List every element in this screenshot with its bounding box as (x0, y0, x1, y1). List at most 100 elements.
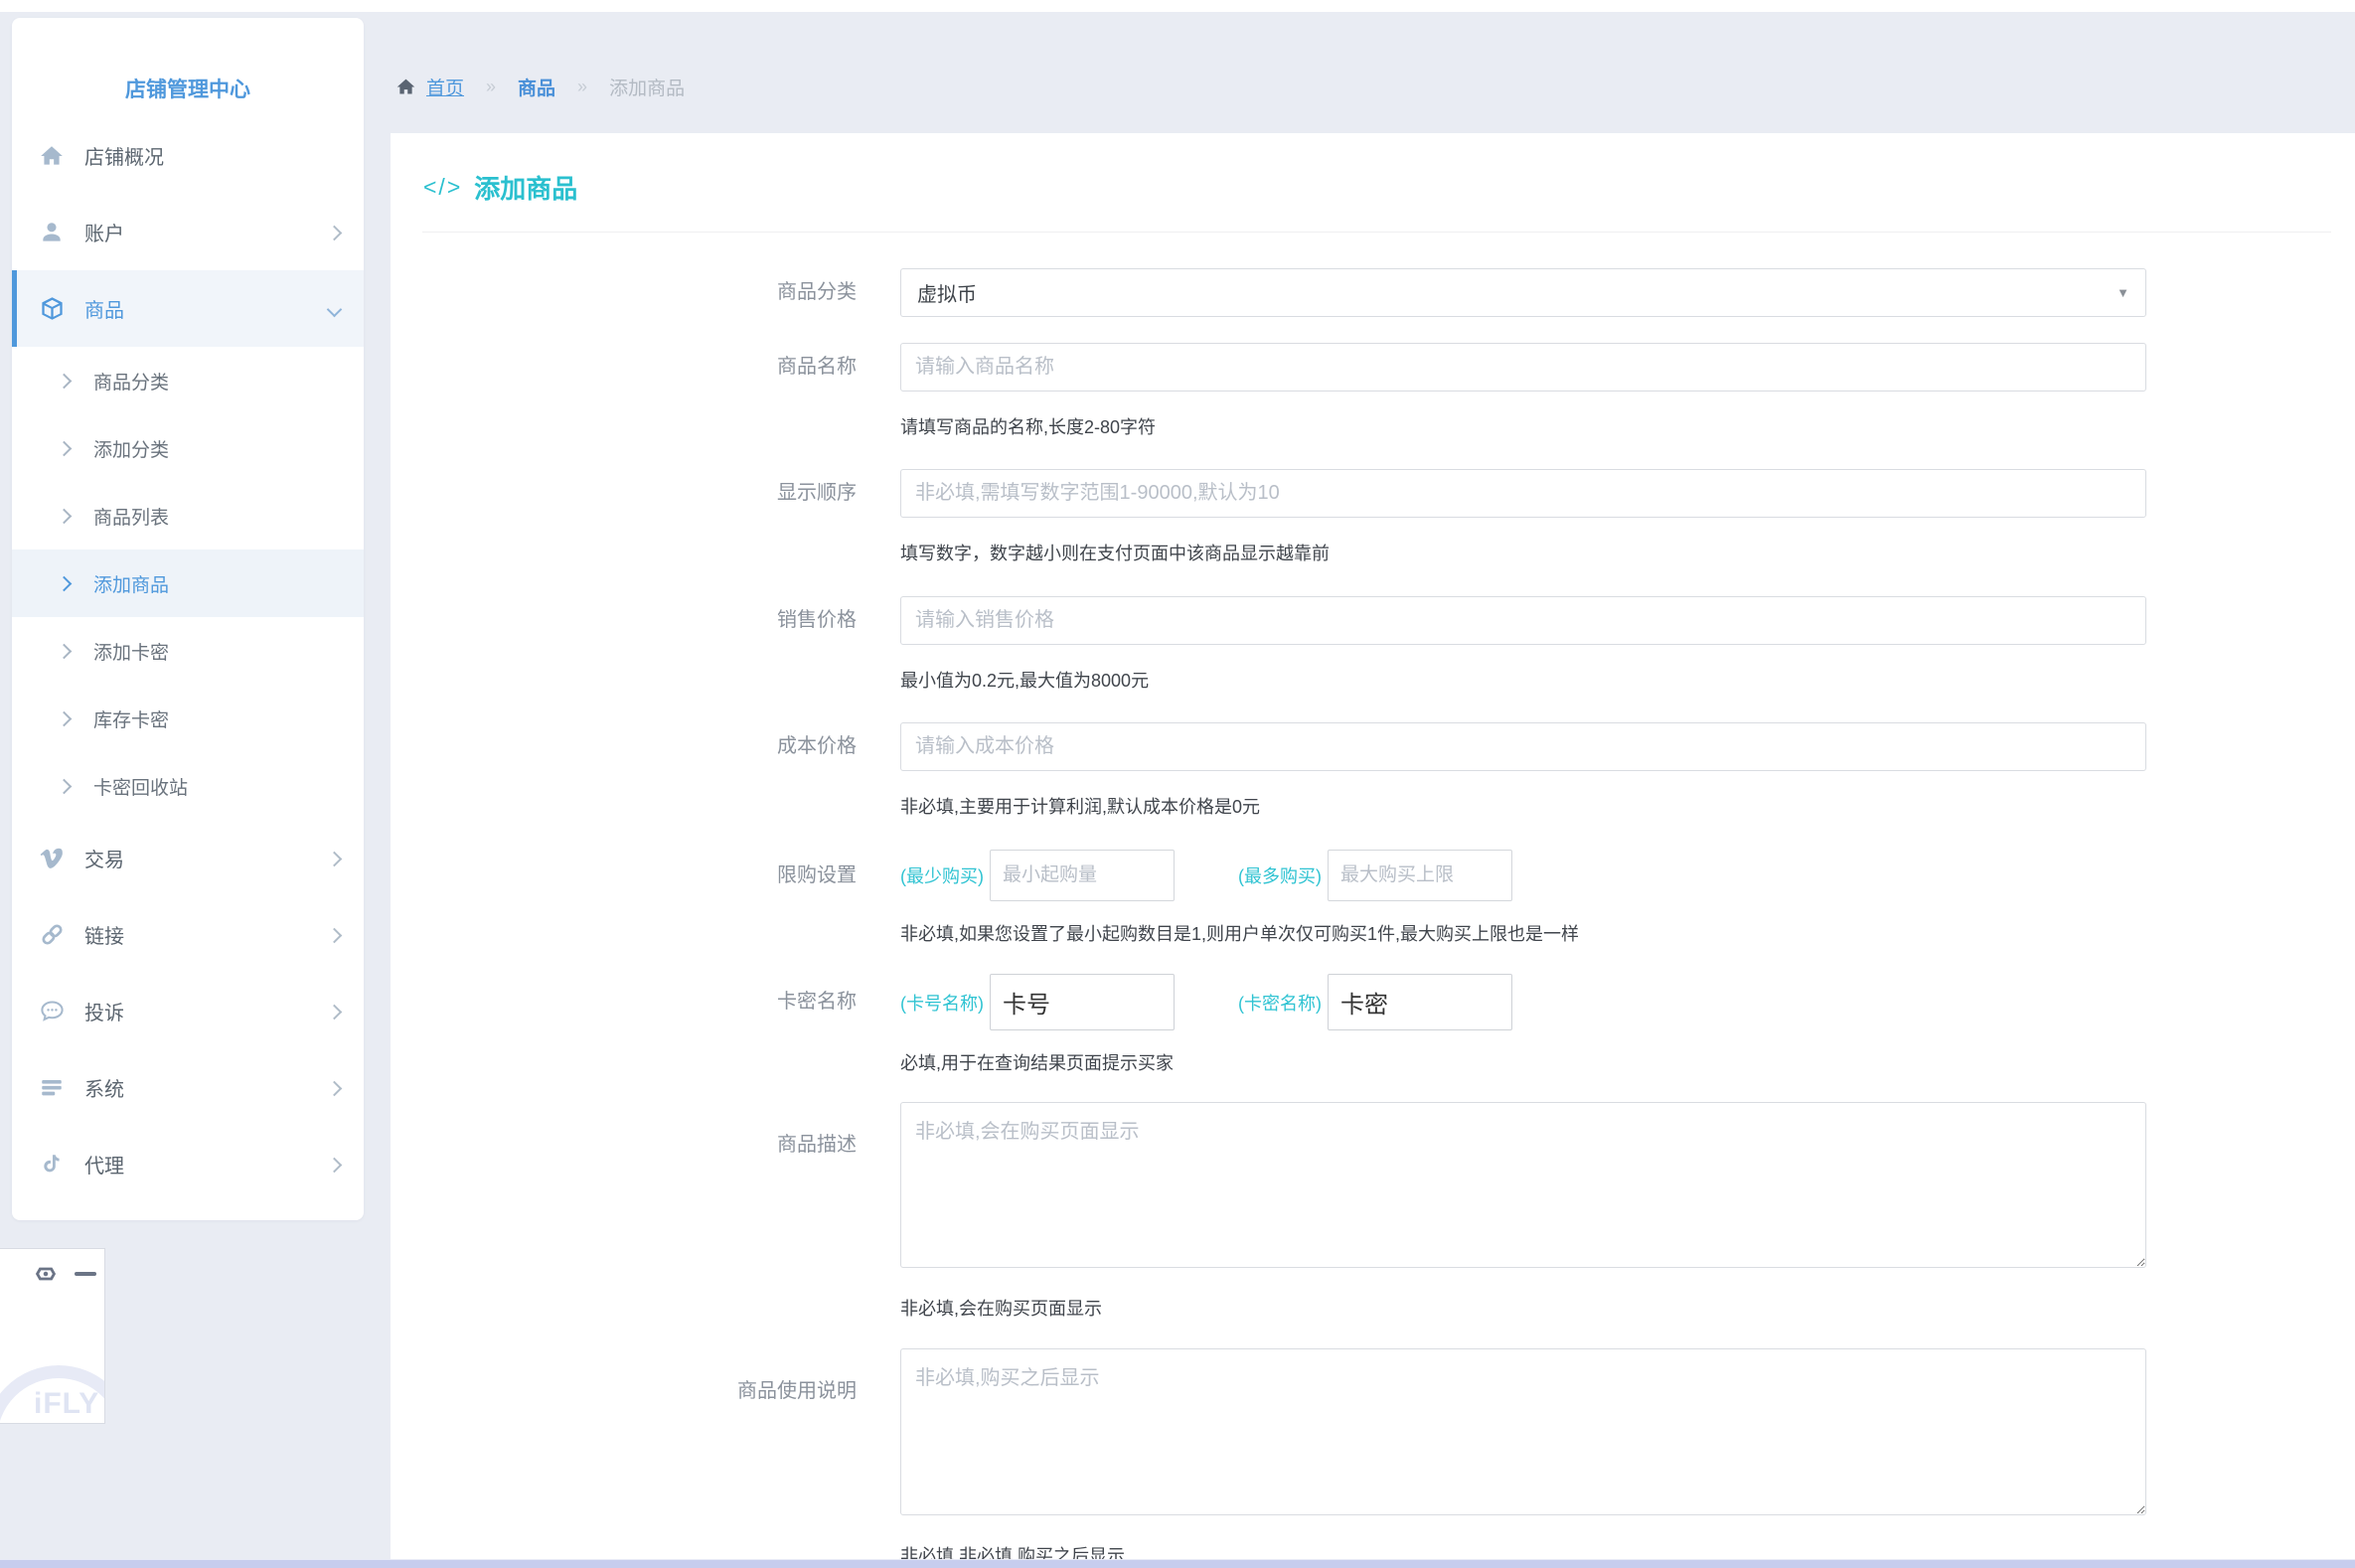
cardname-help: 必填,用于在查询结果页面提示买家 (900, 1049, 2355, 1075)
limit-min-input[interactable] (990, 850, 1175, 901)
usage-textarea[interactable] (900, 1348, 2146, 1515)
chevron-right-icon (327, 927, 343, 943)
sidebar-item-complaint[interactable]: 投诉 (12, 973, 364, 1049)
card-no-input[interactable] (990, 974, 1175, 1030)
order-help: 填写数字，数字越小则在支付页面中该商品显示越靠前 (900, 540, 2355, 565)
breadcrumb-section-link[interactable]: 商品 (518, 74, 555, 100)
breadcrumb: 首页 » 商品 » 添加商品 (395, 74, 685, 100)
name-help: 请填写商品的名称,长度2-80字符 (900, 413, 2355, 439)
breadcrumb-home-link[interactable]: 首页 (426, 74, 464, 100)
limit-help: 非必填,如果您设置了最小起购数目是1,则用户单次仅可购买1件,最大购买上限也是一… (900, 920, 2355, 946)
sidebar-subitem-card-stock[interactable]: 库存卡密 (12, 685, 364, 752)
chevron-right-icon (57, 508, 73, 524)
order-label: 显示顺序 (391, 469, 857, 565)
card-no-tag: (卡号名称) (900, 990, 984, 1016)
top-strip (0, 0, 2355, 12)
sidebar-subitem-product-category[interactable]: 商品分类 (12, 347, 364, 414)
page: 店铺管理中心 店铺概况 账户 商品 商品分类 添 (0, 0, 2355, 1568)
card-secret-tag: (卡密名称) (1238, 990, 1322, 1016)
home-icon (395, 77, 416, 97)
chevron-right-icon (327, 1080, 343, 1096)
sidebar-item-product[interactable]: 商品 (12, 270, 364, 347)
sidebar: 店铺管理中心 店铺概况 账户 商品 商品分类 添 (12, 18, 364, 1220)
breadcrumb-separator: » (577, 77, 587, 97)
usage-label: 商品使用说明 (391, 1348, 857, 1568)
sidebar-item-label: 投诉 (84, 997, 329, 1025)
sidebar-item-system[interactable]: 系统 (12, 1049, 364, 1126)
form-row-name: 商品名称 请填写商品的名称,长度2-80字符 (391, 343, 2355, 439)
breadcrumb-separator: » (486, 77, 496, 97)
card-secret-input[interactable] (1328, 974, 1512, 1030)
ifly-logo: iFLY (34, 1387, 99, 1421)
limit-label: 限购设置 (391, 850, 857, 946)
link-icon (37, 921, 67, 949)
form-row-limit: 限购设置 (最少购买) (最多购买) 非必填,如果您设置了最小起购数目是1,则用… (391, 850, 2355, 946)
code-icon: </> (423, 174, 462, 201)
sidebar-item-label: 店铺概况 (84, 141, 340, 170)
sidebar-item-label: 系统 (84, 1073, 329, 1102)
comment-icon (37, 998, 67, 1025)
form-row-desc: 商品描述 非必填,会在购买页面显示 (391, 1102, 2355, 1321)
limit-min-tag: (最少购买) (900, 862, 984, 888)
vimeo-icon (37, 845, 67, 872)
chevron-right-icon (57, 710, 73, 726)
desc-help: 非必填,会在购买页面显示 (900, 1295, 2355, 1321)
sidebar-subitem-card-recycle[interactable]: 卡密回收站 (12, 752, 364, 820)
chevron-right-icon (57, 440, 73, 456)
name-input[interactable] (900, 343, 2146, 392)
form-row-cost: 成本价格 非必填,主要用于计算利润,默认成本价格是0元 (391, 722, 2355, 819)
cost-label: 成本价格 (391, 722, 857, 819)
chevron-right-icon (327, 1157, 343, 1173)
name-label: 商品名称 (391, 343, 857, 439)
order-input[interactable] (900, 469, 2146, 518)
floating-widget: iFLY (0, 1248, 105, 1424)
sidebar-item-label: 代理 (84, 1150, 329, 1178)
content-card: </> 添加商品 商品分类 虚拟币 ▼ 商品名称 请填写商品的 (391, 133, 2355, 1561)
sidebar-subitem-add-category[interactable]: 添加分类 (12, 414, 364, 482)
chevron-right-icon (327, 851, 343, 866)
limit-max-input[interactable] (1328, 850, 1512, 901)
chevron-down-icon: ▼ (2117, 285, 2129, 300)
form-row-category: 商品分类 虚拟币 ▼ (391, 268, 2355, 317)
category-select[interactable]: 虚拟币 ▼ (900, 268, 2146, 317)
form-row-price: 销售价格 最小值为0.2元,最大值为8000元 (391, 596, 2355, 693)
bottom-scrollbar[interactable] (0, 1559, 2355, 1568)
form-row-cardname: 卡密名称 (卡号名称) (卡密名称) 必填,用于在查询结果页面提示买家 (391, 974, 2355, 1075)
sidebar-item-agent[interactable]: 代理 (12, 1126, 364, 1202)
sidebar-subitem-add-product[interactable]: 添加商品 (12, 549, 364, 617)
chevron-right-icon (327, 1004, 343, 1019)
chevron-down-icon (327, 301, 343, 317)
chevron-right-icon (57, 575, 73, 591)
price-help: 最小值为0.2元,最大值为8000元 (900, 667, 2355, 693)
sidebar-title: 店铺管理中心 (12, 18, 364, 117)
add-product-form: 商品分类 虚拟币 ▼ 商品名称 请填写商品的名称,长度2-80字符 显示顺 (391, 233, 2355, 1568)
sidebar-item-account[interactable]: 账户 (12, 194, 364, 270)
sidebar-item-label: 账户 (84, 218, 329, 246)
price-input[interactable] (900, 596, 2146, 645)
sidebar-item-label: 链接 (84, 920, 329, 949)
price-label: 销售价格 (391, 596, 857, 693)
bars-icon (37, 1074, 67, 1102)
chevron-right-icon (57, 373, 73, 389)
desc-textarea[interactable] (900, 1102, 2146, 1268)
sidebar-subitem-product-list[interactable]: 商品列表 (12, 482, 364, 549)
desc-label: 商品描述 (391, 1102, 857, 1321)
sidebar-item-trade[interactable]: 交易 (12, 820, 364, 896)
form-row-usage: 商品使用说明 非必填,非必填,购买之后显示 (391, 1348, 2355, 1568)
page-title-text: 添加商品 (474, 169, 577, 206)
cube-icon (37, 295, 67, 323)
sidebar-item-links[interactable]: 链接 (12, 896, 364, 973)
cost-input[interactable] (900, 722, 2146, 771)
minimize-icon[interactable] (75, 1272, 96, 1276)
note-icon (37, 1151, 67, 1178)
chevron-right-icon (57, 778, 73, 794)
sidebar-item-label: 交易 (84, 844, 329, 872)
home-icon (37, 142, 67, 170)
form-row-order: 显示顺序 填写数字，数字越小则在支付页面中该商品显示越靠前 (391, 469, 2355, 565)
cardname-label: 卡密名称 (391, 974, 857, 1075)
gear-icon[interactable] (33, 1261, 59, 1287)
sidebar-item-overview[interactable]: 店铺概况 (12, 117, 364, 194)
category-selected-value: 虚拟币 (917, 278, 977, 307)
chevron-right-icon (327, 225, 343, 240)
sidebar-subitem-add-card[interactable]: 添加卡密 (12, 617, 364, 685)
